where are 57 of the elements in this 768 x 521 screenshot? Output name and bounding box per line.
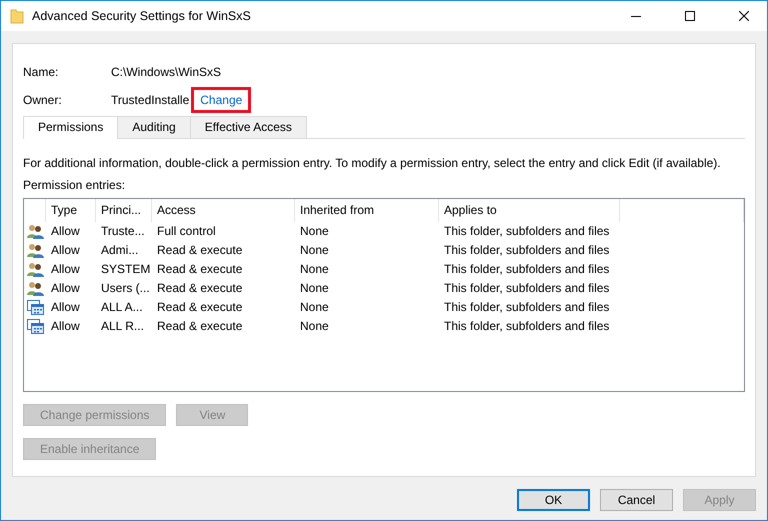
table-cell-text: None [299,280,330,297]
column-header[interactable]: Type [46,199,96,222]
maximize-icon [685,11,695,21]
column-header[interactable]: Access [152,199,295,222]
table-cell-text: This folder, subfolders and files [443,261,610,278]
tab[interactable]: Effective Access [190,116,307,138]
table-cell-text: None [299,261,330,278]
table-cell-text: None [299,299,330,316]
table-cell-text: This folder, subfolders and files [443,242,610,259]
users-icon [26,281,44,296]
column-header[interactable]: Princi... [96,199,152,222]
field-value: TrustedInstalle [111,93,190,107]
table-cell-text: Read & execute [156,280,244,297]
table-cell-text: Read & execute [156,318,244,335]
table-cell-text: Allow [50,261,81,278]
table-cell-text: This folder, subfolders and files [443,318,610,335]
table-cell-text: None [299,223,330,240]
change-link[interactable]: Change [191,87,252,113]
field-value: C:\Windows\WinSxS [111,65,222,79]
info-text: For additional information, double-click a permission entry. To modify a permission entry, select the entry and click Edit (if available). [23,156,722,170]
column-header[interactable]: Inherited from [295,199,439,222]
table-cell-text: SYSTEM [100,261,152,278]
table-cell-text: Full control [156,223,217,240]
table-cell-text: This folder, subfolders and files [443,223,610,240]
field-label: Name: [23,65,60,79]
users-icon [26,243,44,258]
table-cell-text: This folder, subfolders and files [443,280,610,297]
field-label: Owner: [23,93,63,107]
entries-label: Permission entries: [23,178,126,192]
table-cell-text: This folder, subfolders and files [443,299,610,316]
table-cell-text: Read & execute [156,299,244,316]
folder-icon [10,8,24,24]
table-cell-text: ALL A... [100,299,144,316]
table-cell-text: Allow [50,318,81,335]
app-window-icon [26,319,44,334]
window-title: Advanced Security Settings for WinSxS [32,9,252,23]
table-cell-text: Read & execute [156,261,244,278]
table-cell-text: Allow [50,242,81,259]
users-icon [26,224,44,239]
table-cell-text: ALL R... [100,318,145,335]
app-window-icon [26,300,44,315]
close-icon [739,11,749,21]
tab[interactable]: Permissions [23,116,118,139]
table-cell-text: Truste... [100,223,146,240]
dialog-button[interactable]: Cancel [600,489,673,511]
table-cell-text: Admi... [100,242,140,259]
table-cell-text: Allow [50,223,81,240]
table-cell-text: Users (... [100,280,151,297]
column-header[interactable]: Applies to [439,199,620,222]
table-cell-text: Read & execute [156,242,244,259]
tab[interactable]: Auditing [117,116,191,138]
table-cell-text: Allow [50,299,81,316]
table-cell-text: None [299,242,330,259]
table-cell-text: Allow [50,280,81,297]
users-icon [26,262,44,277]
table-cell-text: None [299,318,330,335]
dialog-button[interactable]: OK [517,489,590,511]
